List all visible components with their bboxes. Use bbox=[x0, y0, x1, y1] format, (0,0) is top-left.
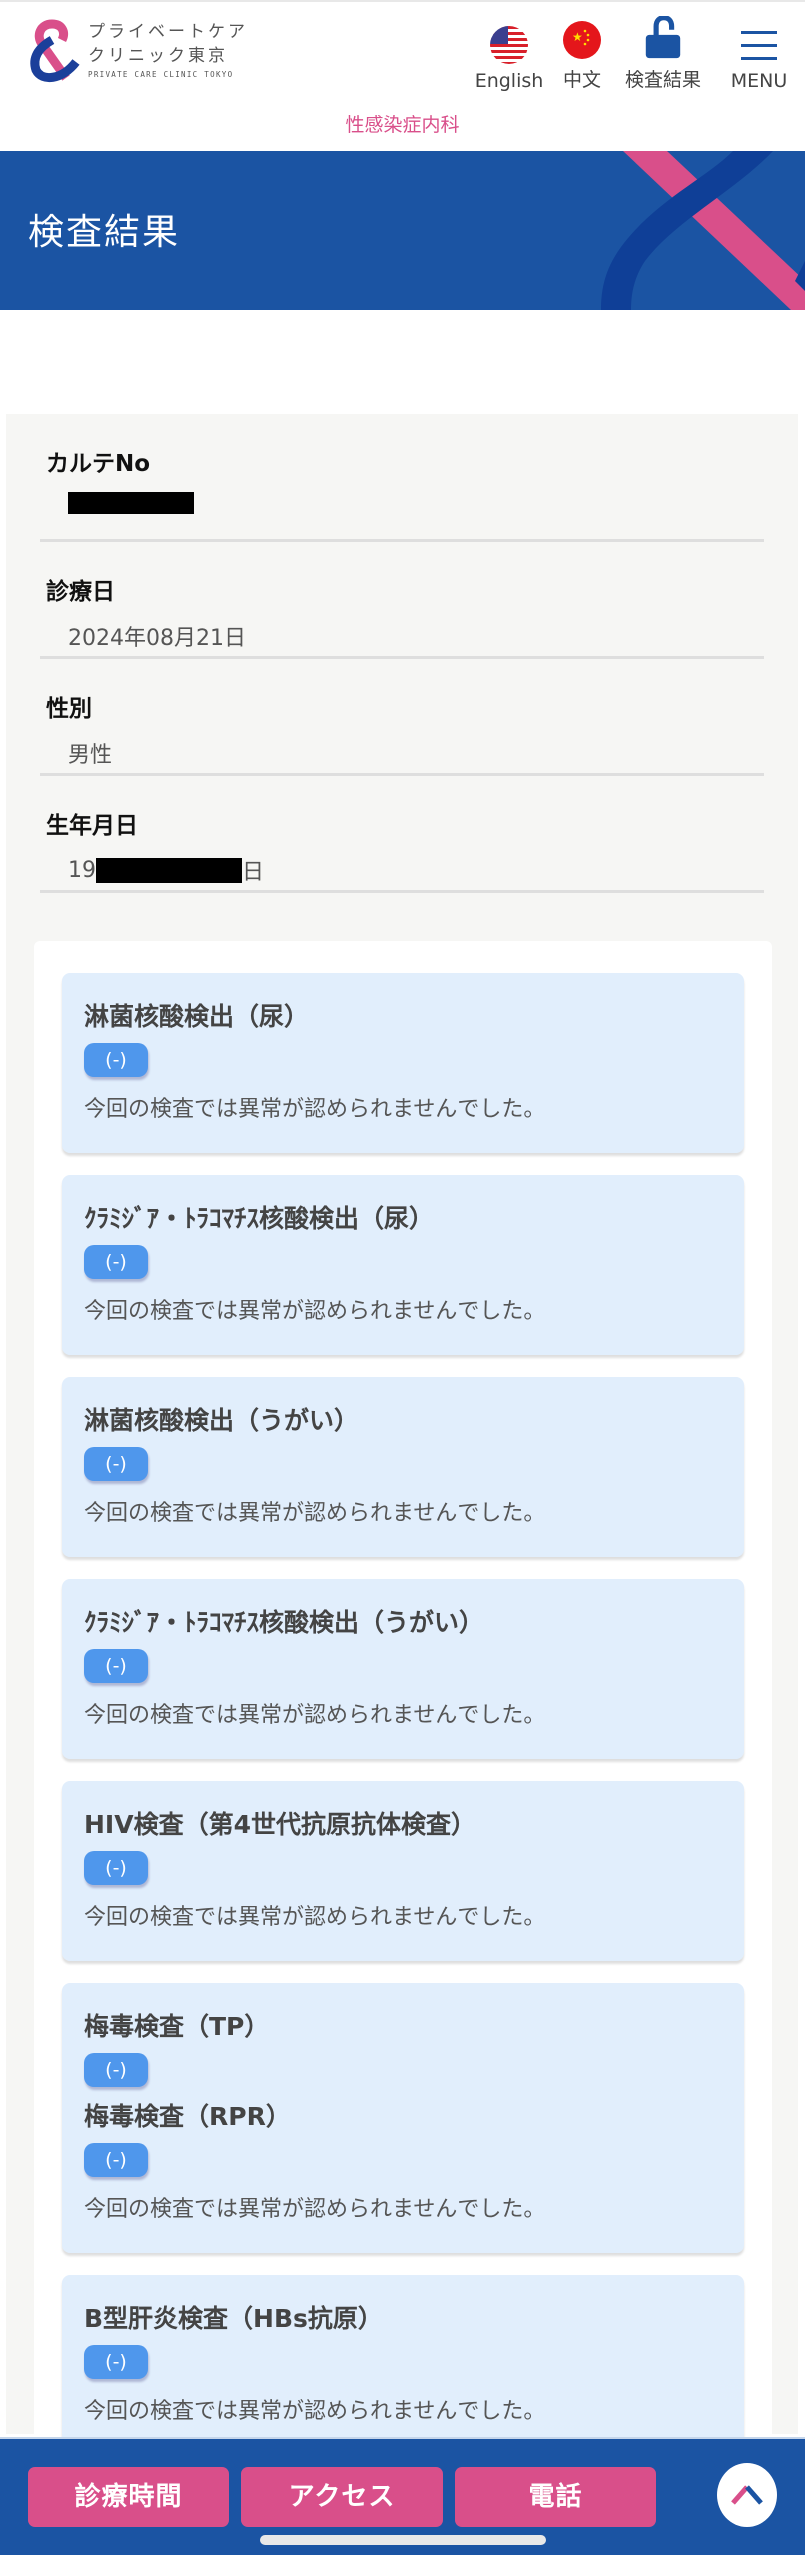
china-flag-icon: ★ bbox=[563, 21, 601, 59]
info-value-birthdate: 19 日 bbox=[68, 854, 758, 886]
department-subtitle[interactable]: 性感染症内科 bbox=[0, 110, 805, 137]
page-title: 検査結果 bbox=[28, 212, 181, 253]
result-badge: (-) bbox=[84, 1649, 148, 1683]
test-name: 淋菌核酸検出（尿） bbox=[84, 1002, 310, 1031]
birthdate-prefix: 19 bbox=[68, 857, 96, 883]
info-row-birthdate: 生年月日 19 日 bbox=[40, 776, 764, 893]
result-note: 今回の検査では異常が認められませんでした。 bbox=[84, 2399, 546, 2424]
result-card: 淋菌核酸検出（うがい） (-) 今回の検査では異常が認められませんでした。 bbox=[62, 1377, 744, 1557]
us-flag-icon bbox=[490, 26, 528, 64]
test-name: ｸﾗﾐｼﾞｱ・ﾄﾗｺﾏﾁｽ核酸検出（うがい） bbox=[84, 1608, 485, 1637]
decorative-ribbon-icon bbox=[601, 151, 805, 310]
test-item: 梅毒検査（RPR） (-) bbox=[84, 2101, 722, 2177]
test-name: 梅毒検査（TP） bbox=[84, 2012, 270, 2041]
bottom-action-bar: 診療時間 アクセス 電話 bbox=[0, 2437, 805, 2555]
test-name: 梅毒検査（RPR） bbox=[84, 2102, 291, 2131]
result-note: 今回の検査では異常が認められませんでした。 bbox=[84, 1299, 546, 1324]
redacted-block bbox=[68, 492, 194, 514]
access-button[interactable]: アクセス bbox=[241, 2467, 443, 2527]
info-row-chart-no: カルテNo bbox=[40, 414, 764, 542]
result-note: 今回の検査では異常が認められませんでした。 bbox=[84, 1501, 546, 1526]
result-card: ｸﾗﾐｼﾞｱ・ﾄﾗｺﾏﾁｽ核酸検出（尿） (-) 今回の検査では異常が認められません… bbox=[62, 1175, 744, 1355]
test-item: 淋菌核酸検出（尿） (-) bbox=[84, 1001, 722, 1077]
chevron-up-icon bbox=[731, 2485, 763, 2505]
info-value: 男性 bbox=[68, 743, 113, 768]
result-badge: (-) bbox=[84, 2143, 148, 2177]
results-panel: カルテNo 診療日 2024年08月21日 性別 男性 生年月日 19 日 淋菌… bbox=[6, 414, 798, 2455]
redacted-block bbox=[96, 857, 242, 883]
result-note: 今回の検査では異常が認められませんでした。 bbox=[84, 1703, 546, 1728]
info-value: 2024年08月21日 bbox=[68, 626, 246, 651]
logo-jp-line1: プライベートケア bbox=[88, 22, 248, 42]
page-hero: 検査結果 bbox=[0, 151, 805, 310]
test-item: ｸﾗﾐｼﾞｱ・ﾄﾗｺﾏﾁｽ核酸検出（うがい） (-) bbox=[84, 1607, 722, 1683]
clinic-logo-text[interactable]: プライベートケア クリニック東京 PRIVATE CARE CLINIC TOK… bbox=[88, 20, 248, 79]
result-badge: (-) bbox=[84, 1245, 148, 1279]
result-note: 今回の検査では異常が認められませんでした。 bbox=[84, 1097, 546, 1122]
hamburger-menu-icon bbox=[741, 31, 777, 60]
info-label: 生年月日 bbox=[46, 813, 138, 839]
info-row-visit-date: 診療日 2024年08月21日 bbox=[40, 542, 764, 659]
phone-button[interactable]: 電話 bbox=[455, 2467, 656, 2527]
test-name: B型肝炎検査（HBs抗原） bbox=[84, 2304, 383, 2333]
back-to-top-button[interactable] bbox=[717, 2463, 777, 2527]
info-value-chart-no bbox=[68, 492, 758, 514]
nav-english-label: English bbox=[474, 70, 544, 92]
home-indicator bbox=[260, 2535, 546, 2545]
result-card: 淋菌核酸検出（尿） (-) 今回の検査では異常が認められませんでした。 bbox=[62, 973, 744, 1153]
info-label: カルテNo bbox=[46, 451, 151, 477]
nav-chinese[interactable]: ★ 中文 bbox=[551, 16, 613, 92]
result-note: 今回の検査では異常が認められませんでした。 bbox=[84, 1905, 546, 1930]
hours-button[interactable]: 診療時間 bbox=[28, 2467, 229, 2527]
result-card: B型肝炎検査（HBs抗原） (-) 今回の検査では異常が認められませんでした。 bbox=[62, 2275, 744, 2455]
nav-english[interactable]: English bbox=[467, 16, 551, 92]
test-item: 淋菌核酸検出（うがい） (-) bbox=[84, 1405, 722, 1481]
result-badge: (-) bbox=[84, 2345, 148, 2379]
result-card: ｸﾗﾐｼﾞｱ・ﾄﾗｺﾏﾁｽ核酸検出（うがい） (-) 今回の検査では異常が認められま… bbox=[62, 1579, 744, 1759]
info-label: 性別 bbox=[46, 696, 92, 722]
result-badge: (-) bbox=[84, 1043, 148, 1077]
test-results-list: 淋菌核酸検出（尿） (-) 今回の検査では異常が認められませんでした。 ｸﾗﾐｼﾞｱ・… bbox=[34, 941, 772, 2455]
nav-chinese-label: 中文 bbox=[562, 69, 601, 91]
result-card: 梅毒検査（TP） (-) 梅毒検査（RPR） (-) 今回の検査では異常が認められません… bbox=[62, 1983, 744, 2253]
test-item: B型肝炎検査（HBs抗原） (-) bbox=[84, 2303, 722, 2379]
result-badge: (-) bbox=[84, 2053, 148, 2087]
site-header: プライベートケア クリニック東京 PRIVATE CARE CLINIC TOK… bbox=[0, 0, 805, 150]
nav-test-results-label: 検査結果 bbox=[624, 69, 701, 91]
test-item: 梅毒検査（TP） (-) bbox=[84, 2011, 722, 2087]
result-badge: (-) bbox=[84, 1447, 148, 1481]
test-name: HIV検査（第4世代抗原抗体検査） bbox=[84, 1810, 476, 1839]
test-item: HIV検査（第4世代抗原抗体検査） (-) bbox=[84, 1809, 722, 1885]
svg-text:★: ★ bbox=[572, 30, 583, 44]
nav-menu-label: MENU bbox=[730, 70, 788, 92]
info-row-sex: 性別 男性 bbox=[40, 659, 764, 776]
test-name: ｸﾗﾐｼﾞｱ・ﾄﾗｺﾏﾁｽ核酸検出（尿） bbox=[84, 1204, 435, 1233]
nav-menu[interactable]: MENU bbox=[713, 16, 805, 92]
clinic-logo-icon[interactable] bbox=[26, 18, 86, 86]
logo-jp-line2: クリニック東京 bbox=[88, 46, 228, 66]
nav-test-results[interactable]: 検査結果 bbox=[613, 16, 713, 92]
test-name: 淋菌核酸検出（うがい） bbox=[84, 1406, 360, 1435]
result-badge: (-) bbox=[84, 1851, 148, 1885]
test-item: ｸﾗﾐｼﾞｱ・ﾄﾗｺﾏﾁｽ核酸検出（尿） (-) bbox=[84, 1203, 722, 1279]
logo-en: PRIVATE CARE CLINIC TOKYO bbox=[88, 70, 234, 79]
header-nav: English ★ 中文 検査結果 MENU bbox=[467, 16, 805, 92]
result-note: 今回の検査では異常が認められませんでした。 bbox=[84, 2197, 546, 2222]
birthdate-suffix: 日 bbox=[242, 860, 265, 885]
result-card: HIV検査（第4世代抗原抗体検査） (-) 今回の検査では異常が認められませんでした… bbox=[62, 1781, 744, 1961]
unlock-icon bbox=[645, 16, 681, 59]
info-label: 診療日 bbox=[46, 579, 115, 605]
